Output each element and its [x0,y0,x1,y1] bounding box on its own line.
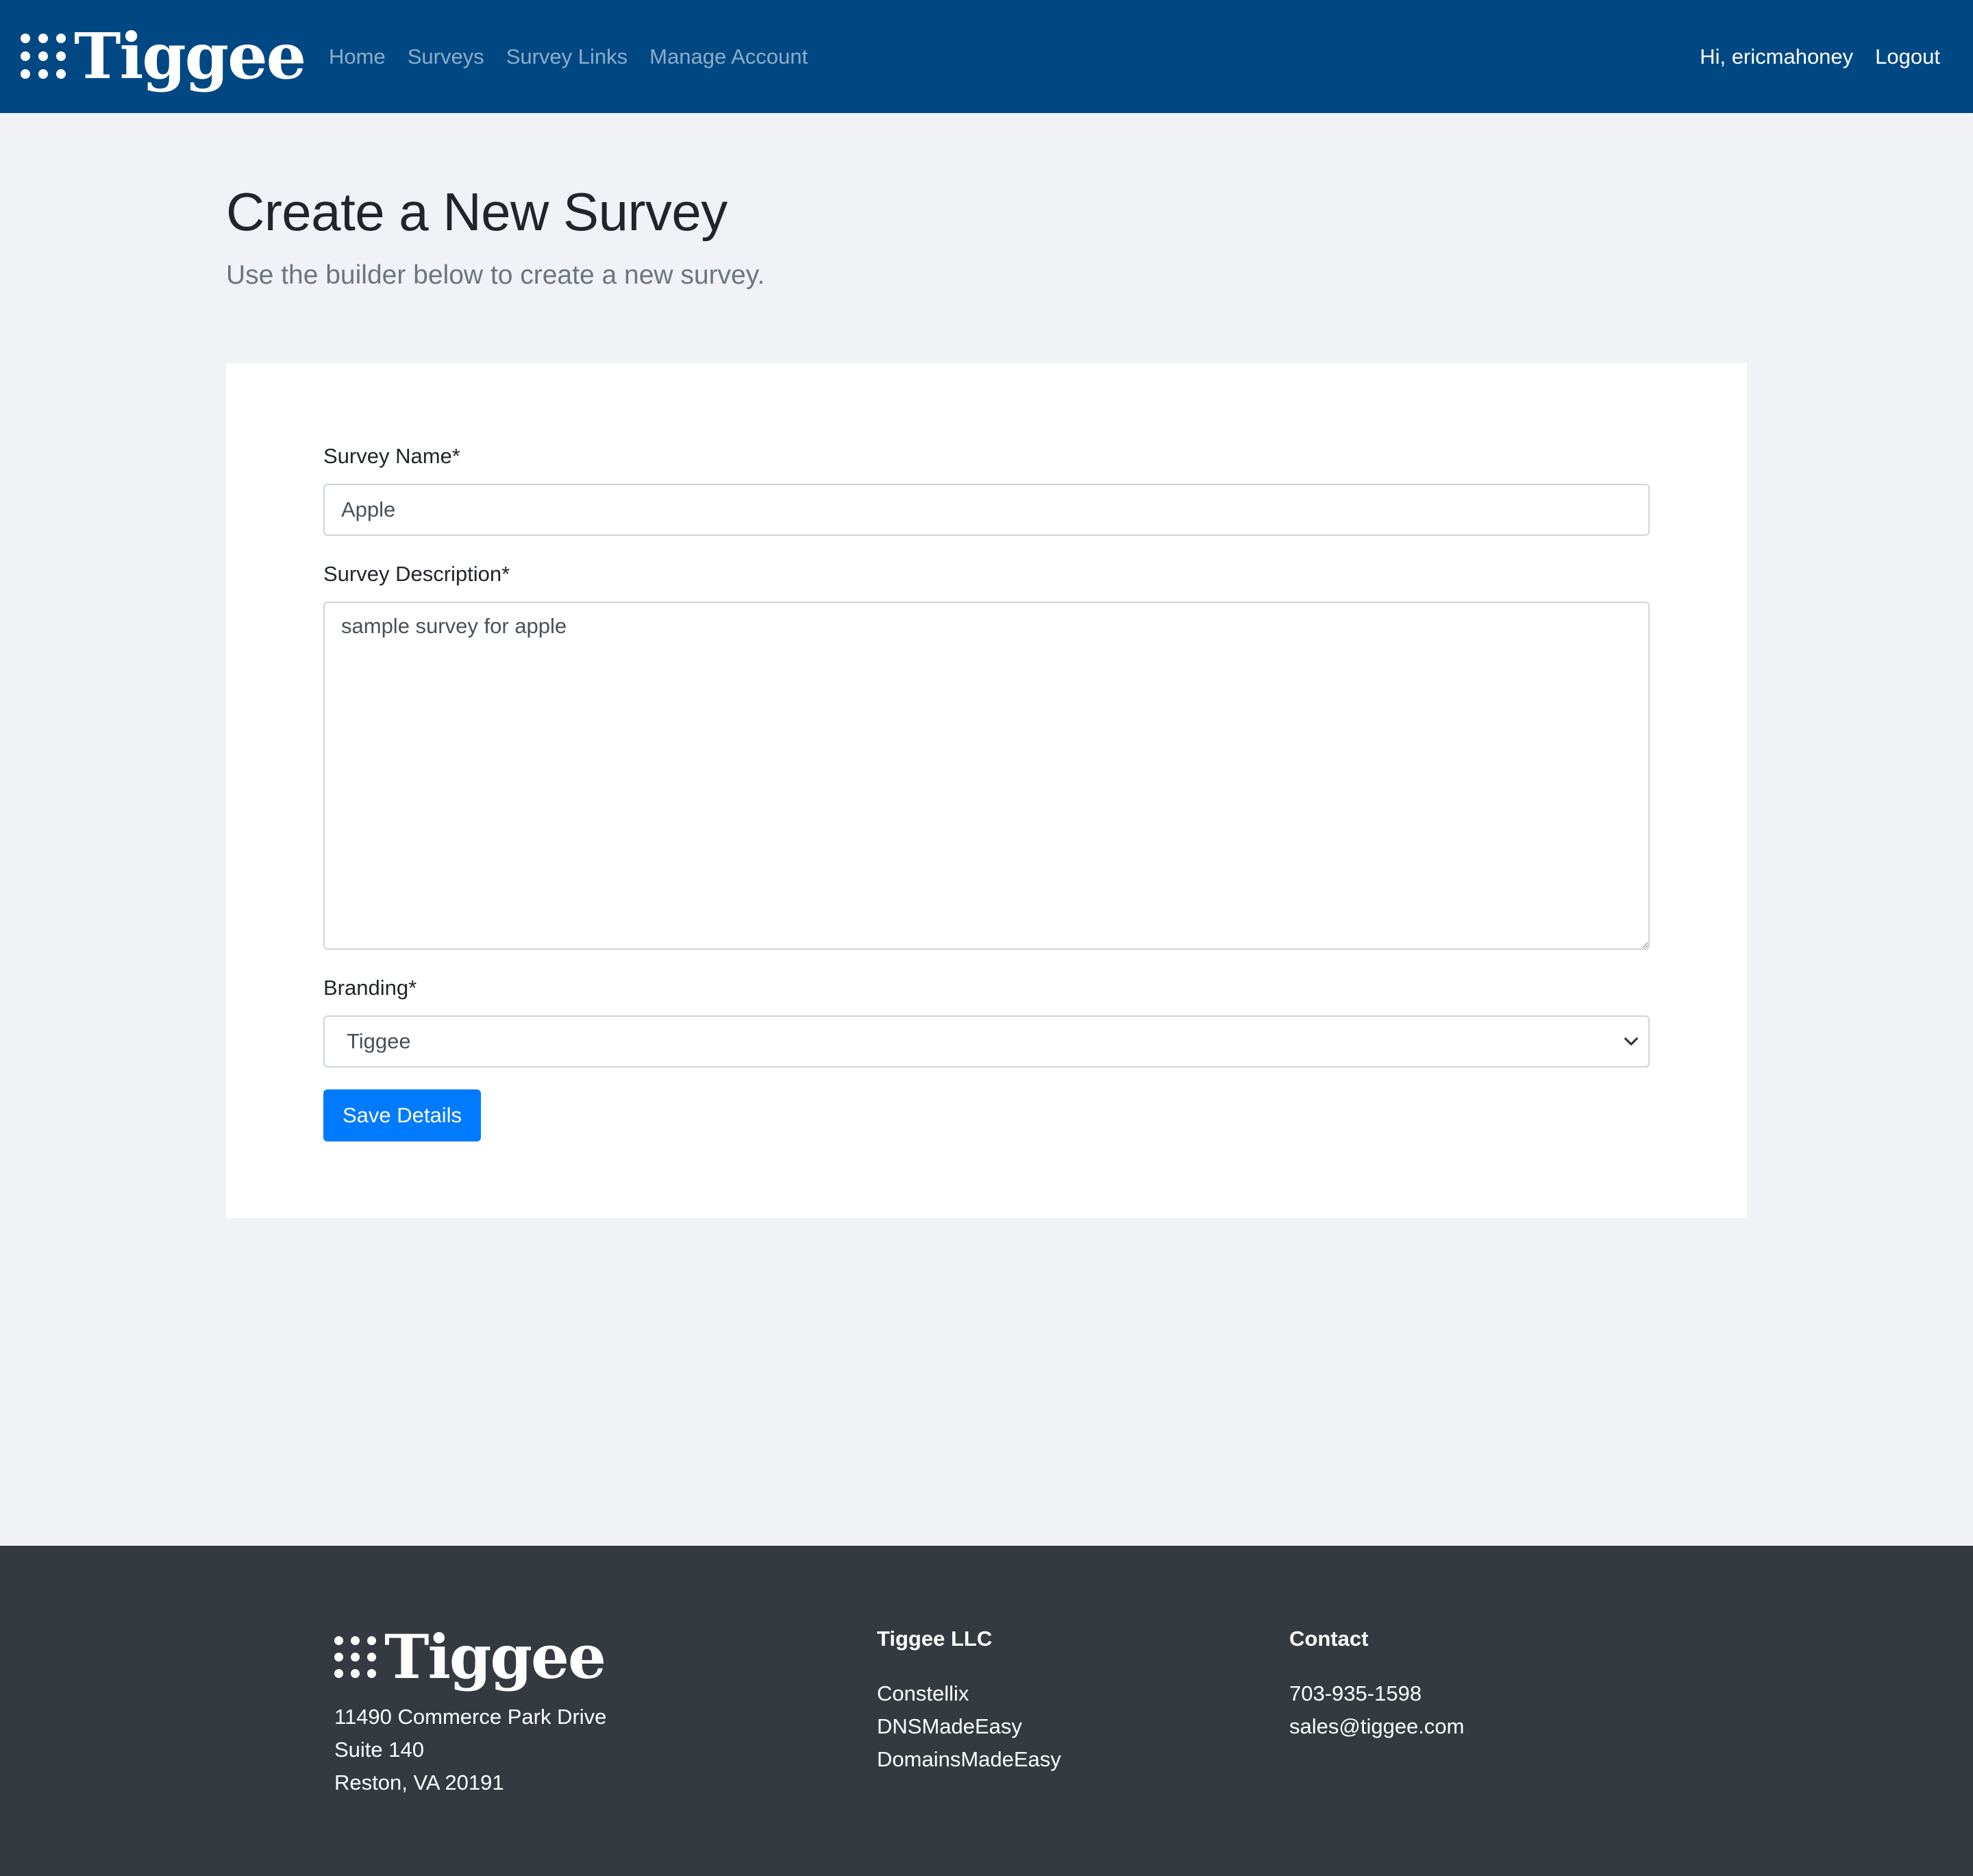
user-greeting[interactable]: Hi, ericmahoney [1700,45,1853,69]
nav-link-surveys[interactable]: Surveys [408,45,484,69]
footer-contact-info: 703-935-1598 sales@tiggee.com [1289,1677,1464,1743]
footer-company-heading: Tiggee LLC [877,1627,993,1651]
address-line-1: 11490 Commerce Park Drive [334,1705,607,1729]
footer-link-constellix[interactable]: Constellix [877,1677,1061,1710]
survey-description-label: Survey Description* [323,562,510,586]
user-nav: Hi, ericmahoney Logout [1700,0,1940,113]
footer-company-links: Constellix DNSMadeEasy DomainsMadeEasy [877,1677,1061,1776]
footer-email-link[interactable]: sales@tiggee.com [1289,1710,1464,1743]
survey-form-card: Survey Name* Survey Description* sample … [226,363,1747,1218]
footer-contact-heading: Contact [1289,1627,1369,1651]
dot-grid-logo-icon [334,1636,376,1678]
survey-description-textarea[interactable]: sample survey for apple [323,602,1650,950]
nav-link-survey-links[interactable]: Survey Links [506,45,628,69]
footer-brand-logo: Tiggee [334,1621,606,1692]
nav-link-home[interactable]: Home [329,45,386,69]
footer-link-dnsmadeeasy[interactable]: DNSMadeEasy [877,1710,1061,1743]
main-nav: Home Surveys Survey Links Manage Account [329,0,808,113]
survey-name-label: Survey Name* [323,444,460,468]
brand-logo-link[interactable]: Tiggee [21,19,306,93]
nav-link-manage-account[interactable]: Manage Account [649,45,808,69]
brand-name: Tiggee [74,19,306,93]
branding-select[interactable]: Tiggee [323,1015,1650,1067]
page-title: Create a New Survey [226,182,728,242]
footer-phone-link[interactable]: 703-935-1598 [1289,1677,1464,1710]
address-line-3: Reston, VA 20191 [334,1770,504,1794]
branding-selected-value: Tiggee [347,1029,411,1053]
save-details-button[interactable]: Save Details [323,1089,481,1141]
footer-link-domainsmadeeasy[interactable]: DomainsMadeEasy [877,1743,1061,1776]
logout-link[interactable]: Logout [1875,45,1940,69]
top-navbar: Tiggee Home Surveys Survey Links Manage … [0,0,1973,113]
chevron-down-icon [1624,1037,1638,1046]
address-line-2: Suite 140 [334,1738,424,1762]
branding-label: Branding* [323,976,417,1000]
page-footer: Tiggee 11490 Commerce Park Drive Suite 1… [0,1546,1973,1876]
survey-name-input[interactable] [323,484,1650,536]
dot-grid-logo-icon [21,34,66,79]
footer-brand-name: Tiggee [384,1621,606,1692]
footer-address: 11490 Commerce Park Drive Suite 140 Rest… [334,1701,606,1799]
page-subtitle: Use the builder below to create a new su… [226,260,765,290]
